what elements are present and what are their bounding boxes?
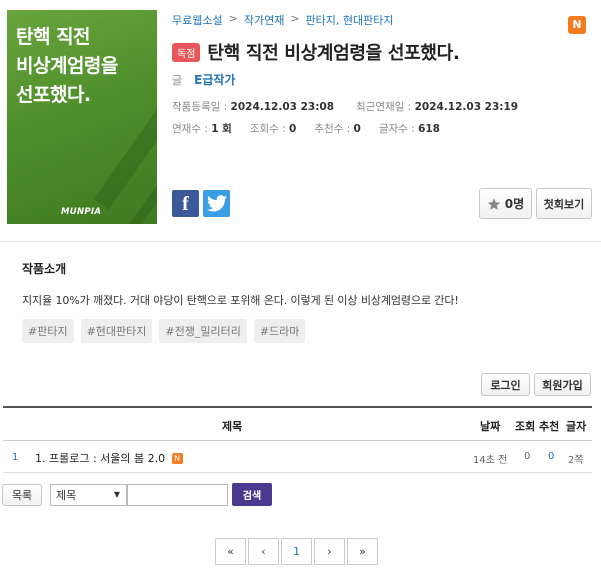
- row-number: 1: [12, 452, 19, 463]
- login-button[interactable]: 로그인: [481, 373, 530, 396]
- cover-title-line: 탄핵 직전: [16, 26, 91, 48]
- current-page[interactable]: 1: [281, 538, 312, 565]
- prev-page-button[interactable]: ‹: [248, 538, 279, 565]
- intro-text: 지지율 10%가 깨졌다. 거대 야당이 탄핵으로 포위해 온다. 이렇게 된 …: [22, 294, 459, 307]
- table-row[interactable]: 1 1. 프롤로그 : 서울의 봄 2.0 N 14초 전 0 0 2쪽: [3, 441, 592, 473]
- tag-modern-fantasy[interactable]: #현대판타지: [80, 319, 153, 343]
- registered-date: 작품등록일 : 2024.12.03 23:08: [172, 99, 334, 114]
- search-field-select[interactable]: 제목 ▼: [50, 483, 127, 506]
- latest-date: 최근연재일 : 2024.12.03 23:19: [356, 99, 518, 114]
- registered-value: 2024.12.03 23:08: [230, 101, 335, 113]
- cover-title: 탄핵 직전 비상계엄령을 선포했다.: [16, 23, 118, 110]
- search-field-value: 제목: [56, 488, 77, 502]
- breadcrumb-separator: >: [228, 12, 238, 25]
- chars-label: 글자수 :: [378, 123, 415, 135]
- header-date: 날짜: [480, 420, 501, 433]
- dropdown-arrow-icon: ▼: [113, 490, 120, 499]
- registered-label: 작품등록일 :: [172, 101, 228, 113]
- star-icon: [487, 197, 500, 210]
- row-title-link[interactable]: 1. 프롤로그 : 서울의 봄 2.0 N: [35, 450, 183, 466]
- breadcrumb-item-author-serial[interactable]: 작가연재: [244, 12, 284, 28]
- episodes-label: 연재수 :: [172, 123, 208, 135]
- intro-heading: 작품소개: [22, 262, 67, 276]
- cover-title-line: 선포했다.: [16, 84, 91, 106]
- recommend-label: 추천수 :: [314, 123, 351, 135]
- breadcrumb: 무료웹소설 > 작가연재 > 판타지, 현대판타지: [172, 12, 393, 28]
- views-value: 0: [289, 123, 297, 135]
- header-views: 조회: [515, 420, 536, 433]
- author-label: 글: [172, 73, 183, 87]
- latest-value: 2024.12.03 23:19: [414, 101, 519, 113]
- recommend-button[interactable]: 0명: [479, 188, 532, 219]
- cover-image[interactable]: 탄핵 직전 비상계엄령을 선포했다. MUNPIA: [7, 10, 157, 224]
- first-page-button[interactable]: «: [215, 538, 246, 565]
- list-button[interactable]: 목록: [2, 483, 42, 506]
- share-buttons: f: [172, 190, 230, 217]
- tag-list: #판타지 #현대판타지 #전쟁_밀리터리 #드라마: [22, 319, 306, 343]
- facebook-share-button[interactable]: f: [172, 190, 199, 217]
- exclusive-badge: 독점: [172, 42, 201, 62]
- pagination: « ‹ 1 › »: [215, 538, 378, 565]
- chars-stat: 글자수 : 618: [379, 121, 440, 136]
- join-button[interactable]: 회원가입: [534, 373, 591, 396]
- date-meta: 작품등록일 : 2024.12.03 23:08 최근연재일 : 2024.12…: [172, 99, 518, 114]
- title-row: 독점 탄핵 직전 비상계엄령을 선포했다.: [172, 39, 460, 65]
- divider: [0, 241, 601, 242]
- episode-table: 제목 날짜 조회 추천 글자 1 1. 프롤로그 : 서울의 봄 2.0 N 1…: [3, 406, 592, 473]
- new-badge: N: [568, 16, 586, 34]
- latest-label: 최근연재일 :: [356, 101, 412, 113]
- novel-title: 탄핵 직전 비상계엄령을 선포했다.: [207, 43, 460, 64]
- row-date: 14초 전: [473, 455, 508, 466]
- breadcrumb-item-genre[interactable]: 판타지, 현대판타지: [306, 12, 394, 28]
- header-title: 제목: [222, 420, 243, 433]
- search-bar: 목록 제목 ▼ 검색: [2, 483, 272, 506]
- twitter-share-button[interactable]: [203, 190, 230, 217]
- recommend-value: 0: [353, 123, 361, 135]
- row-chars: 2쪽: [568, 455, 584, 466]
- row-new-badge: N: [171, 453, 183, 464]
- views-label: 조회수 :: [249, 123, 286, 135]
- first-episode-button[interactable]: 첫회보기: [536, 188, 592, 219]
- tag-fantasy[interactable]: #판타지: [22, 319, 74, 343]
- twitter-icon: [206, 195, 227, 212]
- views-stat: 조회수 : 0: [250, 121, 297, 136]
- row-recommend: 0: [548, 451, 555, 462]
- author-row: 글 E급작가: [172, 71, 235, 88]
- episodes-stat: 연재수 : 1 회: [172, 121, 232, 136]
- breadcrumb-separator: >: [290, 12, 300, 25]
- search-input[interactable]: [127, 483, 228, 506]
- stats-meta: 연재수 : 1 회 조회수 : 0 추천수 : 0 글자수 : 618: [172, 121, 440, 136]
- header-chars: 글자: [566, 420, 587, 433]
- cover-title-line: 비상계엄령을: [16, 55, 118, 77]
- breadcrumb-item-free-novel[interactable]: 무료웹소설: [172, 12, 223, 28]
- row-title: 1. 프롤로그 : 서울의 봄 2.0: [35, 452, 166, 465]
- recommend-count: 0명: [504, 197, 525, 211]
- table-header: 제목 날짜 조회 추천 글자: [3, 408, 592, 441]
- last-page-button[interactable]: »: [347, 538, 378, 565]
- author-name-link[interactable]: E급작가: [194, 71, 235, 88]
- tag-war-military[interactable]: #전쟁_밀리터리: [159, 319, 247, 343]
- header-recommend: 추천: [539, 420, 560, 433]
- publisher-logo: MUNPIA: [61, 207, 102, 217]
- search-button[interactable]: 검색: [232, 483, 272, 506]
- chars-value: 618: [418, 123, 440, 135]
- row-views: 0: [524, 451, 531, 462]
- recommend-stat: 추천수 : 0: [314, 121, 361, 136]
- episodes-value: 1 회: [211, 123, 232, 135]
- next-page-button[interactable]: ›: [314, 538, 345, 565]
- tag-drama[interactable]: #드라마: [253, 319, 306, 343]
